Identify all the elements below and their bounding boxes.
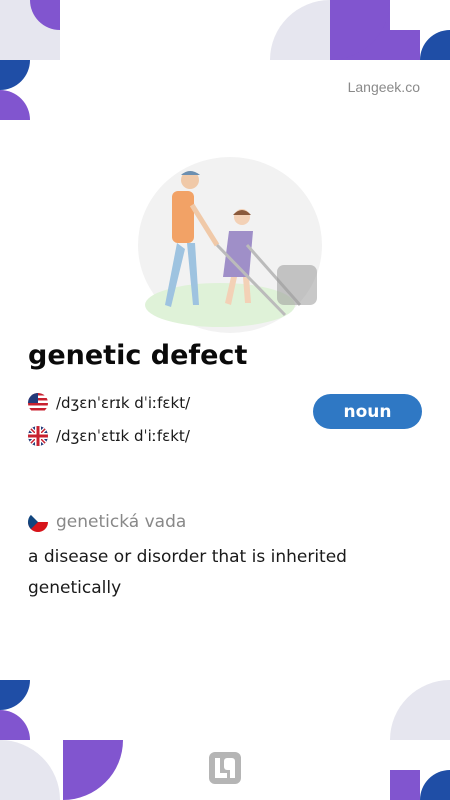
translation: genetická vada xyxy=(28,512,186,532)
translation-text: genetická vada xyxy=(56,512,187,532)
corner-decoration-bottom-left xyxy=(0,680,123,800)
brand-link[interactable]: Langeek.co xyxy=(348,79,420,95)
part-of-speech-badge[interactable]: noun xyxy=(313,394,422,429)
uk-flag-icon xyxy=(28,426,48,446)
entry-word: genetic defect xyxy=(28,340,248,371)
czech-flag-icon xyxy=(28,512,48,532)
corner-decoration-bottom-right xyxy=(390,680,450,800)
us-flag-icon xyxy=(28,393,48,413)
word-illustration xyxy=(138,157,322,333)
langeek-logo-icon xyxy=(209,752,241,784)
definition-text: a disease or disorder that is inherited … xyxy=(28,547,347,598)
pronunciation-uk[interactable]: /dʒɛnˈɛtɪk dˈiːfɛkt/ xyxy=(28,426,190,446)
pronunciation-us[interactable]: /dʒɛnˈɛrɪk dˈiːfɛkt/ xyxy=(28,393,190,413)
corner-decoration-top-left xyxy=(0,0,60,120)
pronunciation-ipa: /dʒɛnˈɛtɪk dˈiːfɛkt/ xyxy=(56,427,190,445)
corner-decoration-top-right xyxy=(270,0,450,60)
pronunciation-ipa: /dʒɛnˈɛrɪk dˈiːfɛkt/ xyxy=(56,394,191,412)
